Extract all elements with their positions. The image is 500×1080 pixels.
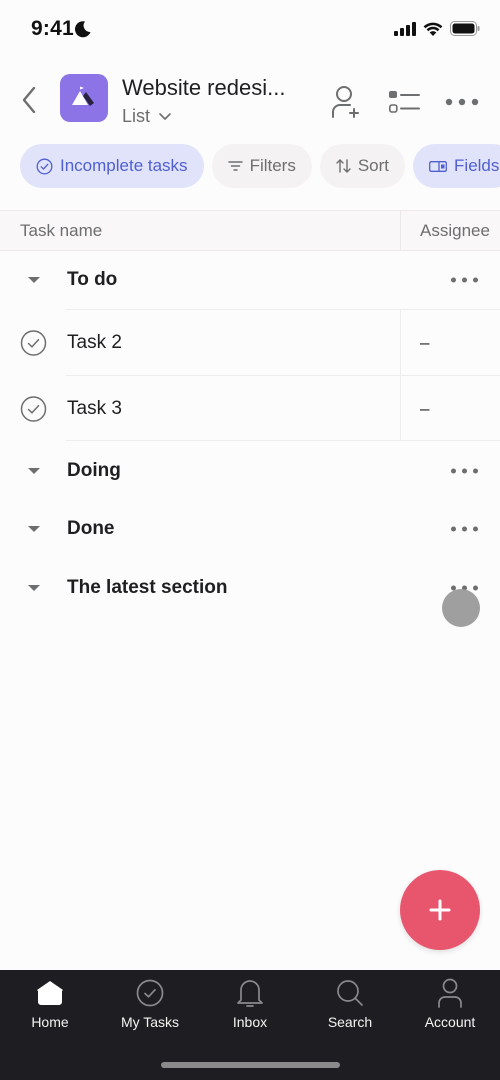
- check-circle-icon[interactable]: [20, 330, 47, 357]
- chip-label: Filters: [249, 156, 296, 175]
- dot: [462, 277, 467, 283]
- check-circle-icon: [136, 979, 164, 1007]
- bell-icon: [237, 980, 263, 1007]
- status-time: 9:41: [31, 17, 74, 40]
- nav-item-search[interactable]: Search: [300, 978, 400, 1038]
- section-more-button[interactable]: [451, 526, 478, 532]
- section-header-to-do[interactable]: To do: [0, 251, 500, 309]
- wifi-icon: [423, 22, 443, 36]
- column-divider: [400, 310, 401, 376]
- caret-down-icon[interactable]: [28, 468, 40, 474]
- add-task-fab[interactable]: [400, 870, 480, 950]
- status-bar: 9:41: [0, 0, 500, 60]
- section-name: The latest section: [67, 577, 228, 598]
- nav-label: Search: [327, 1014, 373, 1030]
- sort-icon: [336, 159, 351, 173]
- filter-icon: [227, 161, 243, 171]
- view-options-button[interactable]: [386, 84, 422, 120]
- section-name: To do: [67, 269, 118, 290]
- status-indicators: [394, 21, 480, 36]
- section-more-button[interactable]: [451, 468, 478, 474]
- nav-item-home[interactable]: Home: [0, 978, 100, 1038]
- check-circle-icon: [36, 158, 53, 174]
- view-switcher[interactable]: List: [122, 106, 172, 127]
- row-divider: [66, 440, 500, 441]
- nav-label: My Tasks: [120, 1014, 180, 1030]
- caret-down-icon[interactable]: [28, 526, 40, 532]
- nav-label: Home: [31, 1014, 69, 1030]
- section-name: Done: [67, 518, 115, 539]
- chevron-left-icon: [22, 86, 36, 114]
- more-horizontal-icon: [445, 98, 479, 106]
- dot: [451, 468, 456, 474]
- touch-indicator: [442, 589, 480, 627]
- back-button[interactable]: [14, 82, 44, 118]
- add-member-button[interactable]: [328, 84, 364, 120]
- dot: [462, 526, 467, 532]
- chip-label: Incomplete tasks: [60, 156, 188, 175]
- project-icon[interactable]: [60, 74, 108, 122]
- check-circle-icon[interactable]: [20, 395, 47, 422]
- person-icon: [438, 978, 462, 1008]
- plus-icon: [429, 899, 451, 921]
- dot: [451, 526, 456, 532]
- dot: [473, 277, 478, 283]
- task-name: Task 2: [67, 332, 122, 353]
- header-actions: [328, 84, 480, 120]
- sort-chip[interactable]: Sort: [319, 144, 406, 188]
- filters-chip[interactable]: Filters: [211, 144, 312, 188]
- task-row[interactable]: Task 3 –: [0, 376, 500, 441]
- home-icon: [37, 981, 63, 1005]
- dot: [473, 526, 478, 532]
- person-plus-icon: [332, 86, 359, 118]
- project-header: Website redesi... List: [0, 70, 500, 132]
- chip-label: Fields: [454, 156, 500, 175]
- dot: [473, 585, 478, 591]
- table-header: Task name Assignee: [0, 210, 500, 251]
- cellular-signal-icon: [394, 21, 416, 36]
- filter-chips: Incomplete tasks Filters Sort Fields: [20, 144, 500, 188]
- mountain-flag-icon: [72, 86, 94, 106]
- nav-item-account[interactable]: Account: [400, 978, 500, 1038]
- section-header-doing[interactable]: Doing: [0, 442, 500, 500]
- chevron-down-icon: [159, 113, 171, 120]
- section-more-button[interactable]: [451, 277, 478, 283]
- nav-label: Inbox: [232, 1014, 268, 1030]
- task-assignee[interactable]: –: [420, 333, 429, 353]
- task-name: Task 3: [67, 397, 122, 419]
- battery-icon: [450, 21, 480, 36]
- column-header-task-name[interactable]: Task name: [20, 221, 102, 241]
- caret-down-icon[interactable]: [28, 277, 40, 283]
- task-row[interactable]: Task 2 –: [0, 310, 500, 376]
- fields-icon: [429, 160, 447, 172]
- incomplete-tasks-chip[interactable]: Incomplete tasks: [20, 144, 204, 188]
- task-assignee[interactable]: –: [420, 399, 429, 419]
- list-toggle-icon: [388, 91, 420, 113]
- chip-label: Sort: [357, 156, 390, 175]
- section-name: Doing: [67, 460, 121, 481]
- column-divider: [400, 211, 401, 251]
- caret-down-icon[interactable]: [28, 585, 40, 591]
- more-options-button[interactable]: [444, 84, 480, 120]
- dot: [473, 468, 478, 474]
- nav-item-my-tasks[interactable]: My Tasks: [100, 978, 200, 1038]
- dot: [462, 468, 467, 474]
- section-header-the-latest-section[interactable]: The latest section: [0, 559, 500, 617]
- home-indicator[interactable]: [161, 1062, 340, 1068]
- nav-item-inbox[interactable]: Inbox: [200, 978, 300, 1038]
- dot: [451, 277, 456, 283]
- column-divider: [400, 376, 401, 441]
- section-header-done[interactable]: Done: [0, 500, 500, 558]
- moon-icon: [74, 21, 91, 38]
- column-header-assignee[interactable]: Assignee: [420, 221, 490, 241]
- search-icon: [337, 980, 363, 1006]
- view-label: List: [122, 106, 151, 126]
- fields-chip[interactable]: Fields: [413, 144, 500, 188]
- project-title[interactable]: Website redesi...: [122, 75, 285, 101]
- nav-label: Account: [424, 1014, 476, 1030]
